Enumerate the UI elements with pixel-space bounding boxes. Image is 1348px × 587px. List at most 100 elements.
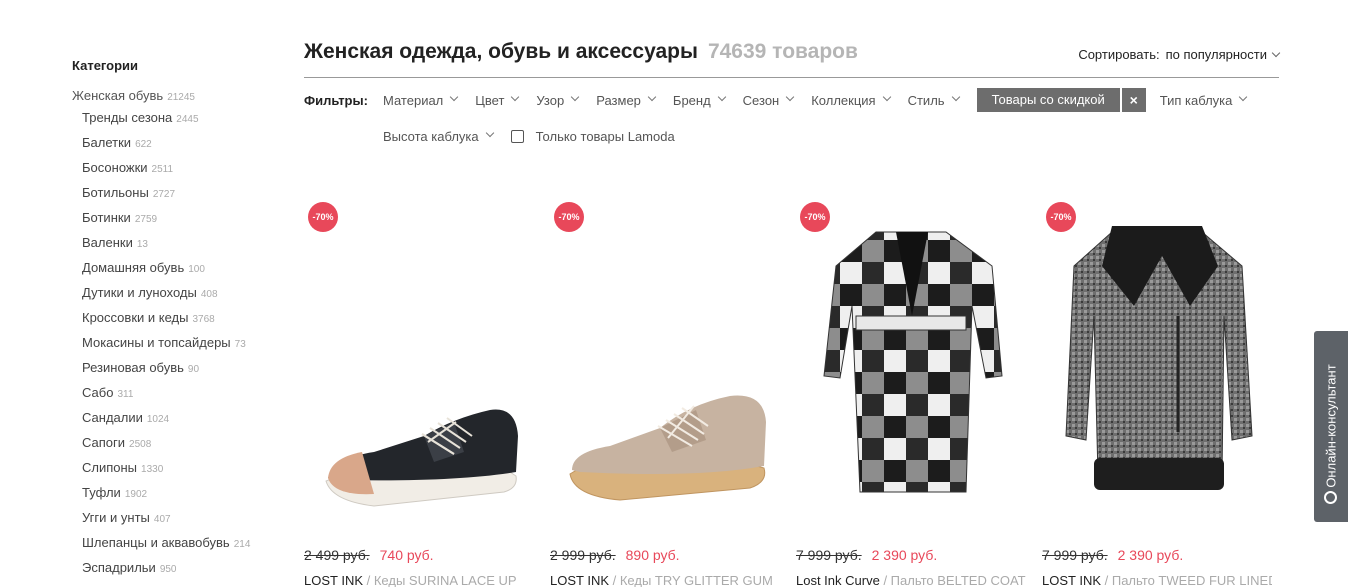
product-name[interactable]: / Кеды TRY GLITTER GUM <box>609 573 773 587</box>
chevron-down-icon[interactable] <box>511 92 520 102</box>
product-info[interactable]: Lost Ink Curve / Пальто BELTED COAT <box>796 573 1026 587</box>
product-card[interactable]: -70% 7 999 руб. 2 390 руб. LOST INK / Пал… <box>1042 196 1272 587</box>
product-info[interactable]: LOST INK / Кеды SURINA LACE UP <box>304 573 534 587</box>
chevron-down-icon[interactable] <box>717 92 726 102</box>
product-name[interactable]: / Пальто BELTED COAT <box>880 573 1025 587</box>
category-label[interactable]: Валенки <box>82 235 133 250</box>
category-label[interactable]: Тренды сезона <box>82 110 172 125</box>
category-item[interactable]: Ботильоны 2727 <box>72 184 272 209</box>
category-label[interactable]: Сапоги <box>82 435 125 450</box>
category-item[interactable]: Балетки 622 <box>72 134 272 159</box>
filter-label[interactable]: Узор <box>536 93 564 108</box>
product-brand[interactable]: LOST INK <box>1042 573 1101 587</box>
product-image[interactable] <box>550 196 780 516</box>
filter-style[interactable]: Стиль <box>908 92 960 108</box>
category-label[interactable]: Сандалии <box>82 410 143 425</box>
category-label[interactable]: Ботинки <box>82 210 131 225</box>
chevron-down-icon[interactable] <box>882 92 891 102</box>
sort-dropdown[interactable]: Сортировать: по популярности <box>1078 47 1281 62</box>
filter-label[interactable]: Сезон <box>743 93 780 108</box>
category-item[interactable]: Домашняя обувь 100 <box>72 259 272 284</box>
filter-label[interactable]: Тип каблука <box>1160 93 1233 108</box>
filter-label[interactable]: Стиль <box>908 93 945 108</box>
chevron-down-icon[interactable] <box>785 92 795 102</box>
category-label[interactable]: Резиновая обувь <box>82 360 184 375</box>
filter-label[interactable]: Цвет <box>475 93 504 108</box>
chevron-down-icon[interactable] <box>485 128 494 138</box>
category-item[interactable]: Дутики и луноходы 408 <box>72 284 272 309</box>
active-filter-label[interactable]: Товары со скидкой <box>976 88 1120 112</box>
filter-season[interactable]: Сезон <box>743 92 795 108</box>
category-item[interactable]: Сабо 311 <box>72 384 272 409</box>
filter-brand[interactable]: Бренд <box>673 92 726 108</box>
filter-label[interactable]: Бренд <box>673 93 711 108</box>
product-brand[interactable]: LOST INK <box>550 573 609 587</box>
chevron-down-icon[interactable] <box>570 92 580 102</box>
filter-pattern[interactable]: Узор <box>536 92 580 108</box>
category-label[interactable]: Дутики и луноходы <box>82 285 197 300</box>
filter-label[interactable]: Материал <box>383 93 443 108</box>
category-root[interactable]: Женская обувь 21245 <box>72 87 272 105</box>
category-label[interactable]: Ботильоны <box>82 185 149 200</box>
category-item[interactable]: Слипоны 1330 <box>72 459 272 484</box>
category-item[interactable]: Тренды сезона 2445 <box>72 109 272 134</box>
category-item[interactable]: Туфли 1902 <box>72 484 272 509</box>
online-consultant-label[interactable]: Онлайн-консультант <box>1324 364 1339 487</box>
category-item[interactable]: Валенки 13 <box>72 234 272 259</box>
category-label[interactable]: Кроссовки и кеды <box>82 310 188 325</box>
product-image[interactable] <box>304 196 534 516</box>
category-item[interactable]: Босоножки 2511 <box>72 159 272 184</box>
category-label[interactable]: Слипоны <box>82 460 137 475</box>
filter-label[interactable]: Коллекция <box>811 93 875 108</box>
category-label[interactable]: Балетки <box>82 135 131 150</box>
online-consultant-tab[interactable]: Онлайн-консультант <box>1314 331 1348 522</box>
chat-icon[interactable] <box>1324 491 1337 504</box>
category-item[interactable]: Сандалии 1024 <box>72 409 272 434</box>
category-label[interactable]: Босоножки <box>82 160 148 175</box>
category-item[interactable]: Сапоги 2508 <box>72 434 272 459</box>
lamoda-only-label[interactable]: Только товары Lamoda <box>536 129 675 144</box>
filter-collection[interactable]: Коллекция <box>811 92 891 108</box>
product-image[interactable] <box>796 196 1026 516</box>
category-item[interactable]: Эспадрильи 950 <box>72 559 272 584</box>
category-root-label[interactable]: Женская обувь <box>72 88 163 103</box>
close-icon[interactable]: × <box>1121 88 1146 112</box>
category-label[interactable]: Мокасины и топсайдеры <box>82 335 231 350</box>
filter-label[interactable]: Высота каблука <box>383 129 479 144</box>
filter-size[interactable]: Размер <box>596 92 657 108</box>
lamoda-only-checkbox[interactable] <box>510 129 524 143</box>
product-name[interactable]: / Пальто TWEED FUR LINED <box>1101 573 1272 587</box>
filter-material[interactable]: Материал <box>383 92 459 108</box>
category-item[interactable]: Кроссовки и кеды 3768 <box>72 309 272 334</box>
product-brand[interactable]: Lost Ink Curve <box>796 573 880 587</box>
chevron-down-icon[interactable] <box>951 92 960 102</box>
category-item[interactable]: Угги и унты 407 <box>72 509 272 534</box>
chevron-down-icon[interactable] <box>1239 92 1248 102</box>
product-brand[interactable]: LOST INK <box>304 573 363 587</box>
category-label[interactable]: Сабо <box>82 385 113 400</box>
product-card[interactable]: -70% 2 499 руб. 740 руб. LOST INK / Кеды … <box>304 196 534 587</box>
sort-value[interactable]: по популярности <box>1166 47 1267 62</box>
product-name[interactable]: / Кеды SURINA LACE UP <box>363 573 517 587</box>
product-card[interactable]: -70% 7 999 руб. 2 390 руб. Lost Ink Curve… <box>796 196 1026 587</box>
category-item[interactable]: Мокасины и топсайдеры 73 <box>72 334 272 359</box>
chevron-down-icon[interactable] <box>450 92 459 102</box>
filter-label[interactable]: Размер <box>596 93 641 108</box>
category-label[interactable]: Шлепанцы и аквавобувь <box>82 535 230 550</box>
filter-color[interactable]: Цвет <box>475 92 520 108</box>
product-info[interactable]: LOST INK / Пальто TWEED FUR LINED <box>1042 573 1272 587</box>
filter-heel-height[interactable]: Высота каблука <box>383 128 494 144</box>
product-card[interactable]: -70% 2 999 руб. 890 руб. LOST INK / Кеды … <box>550 196 780 587</box>
product-image[interactable] <box>1042 196 1272 516</box>
category-label[interactable]: Эспадрильи <box>82 560 156 575</box>
category-item[interactable]: Ботинки 2759 <box>72 209 272 234</box>
chevron-down-icon[interactable] <box>647 92 657 102</box>
category-label[interactable]: Домашняя обувь <box>82 260 184 275</box>
category-item[interactable]: Шлепанцы и аквавобувь 214 <box>72 534 272 559</box>
filter-heel-type[interactable]: Тип каблука <box>1160 92 1248 108</box>
lamoda-only-filter[interactable]: Только товары Lamoda <box>510 129 675 144</box>
category-item[interactable]: Резиновая обувь 90 <box>72 359 272 384</box>
product-info[interactable]: LOST INK / Кеды TRY GLITTER GUM <box>550 573 780 587</box>
category-label[interactable]: Угги и унты <box>82 510 150 525</box>
category-label[interactable]: Туфли <box>82 485 121 500</box>
